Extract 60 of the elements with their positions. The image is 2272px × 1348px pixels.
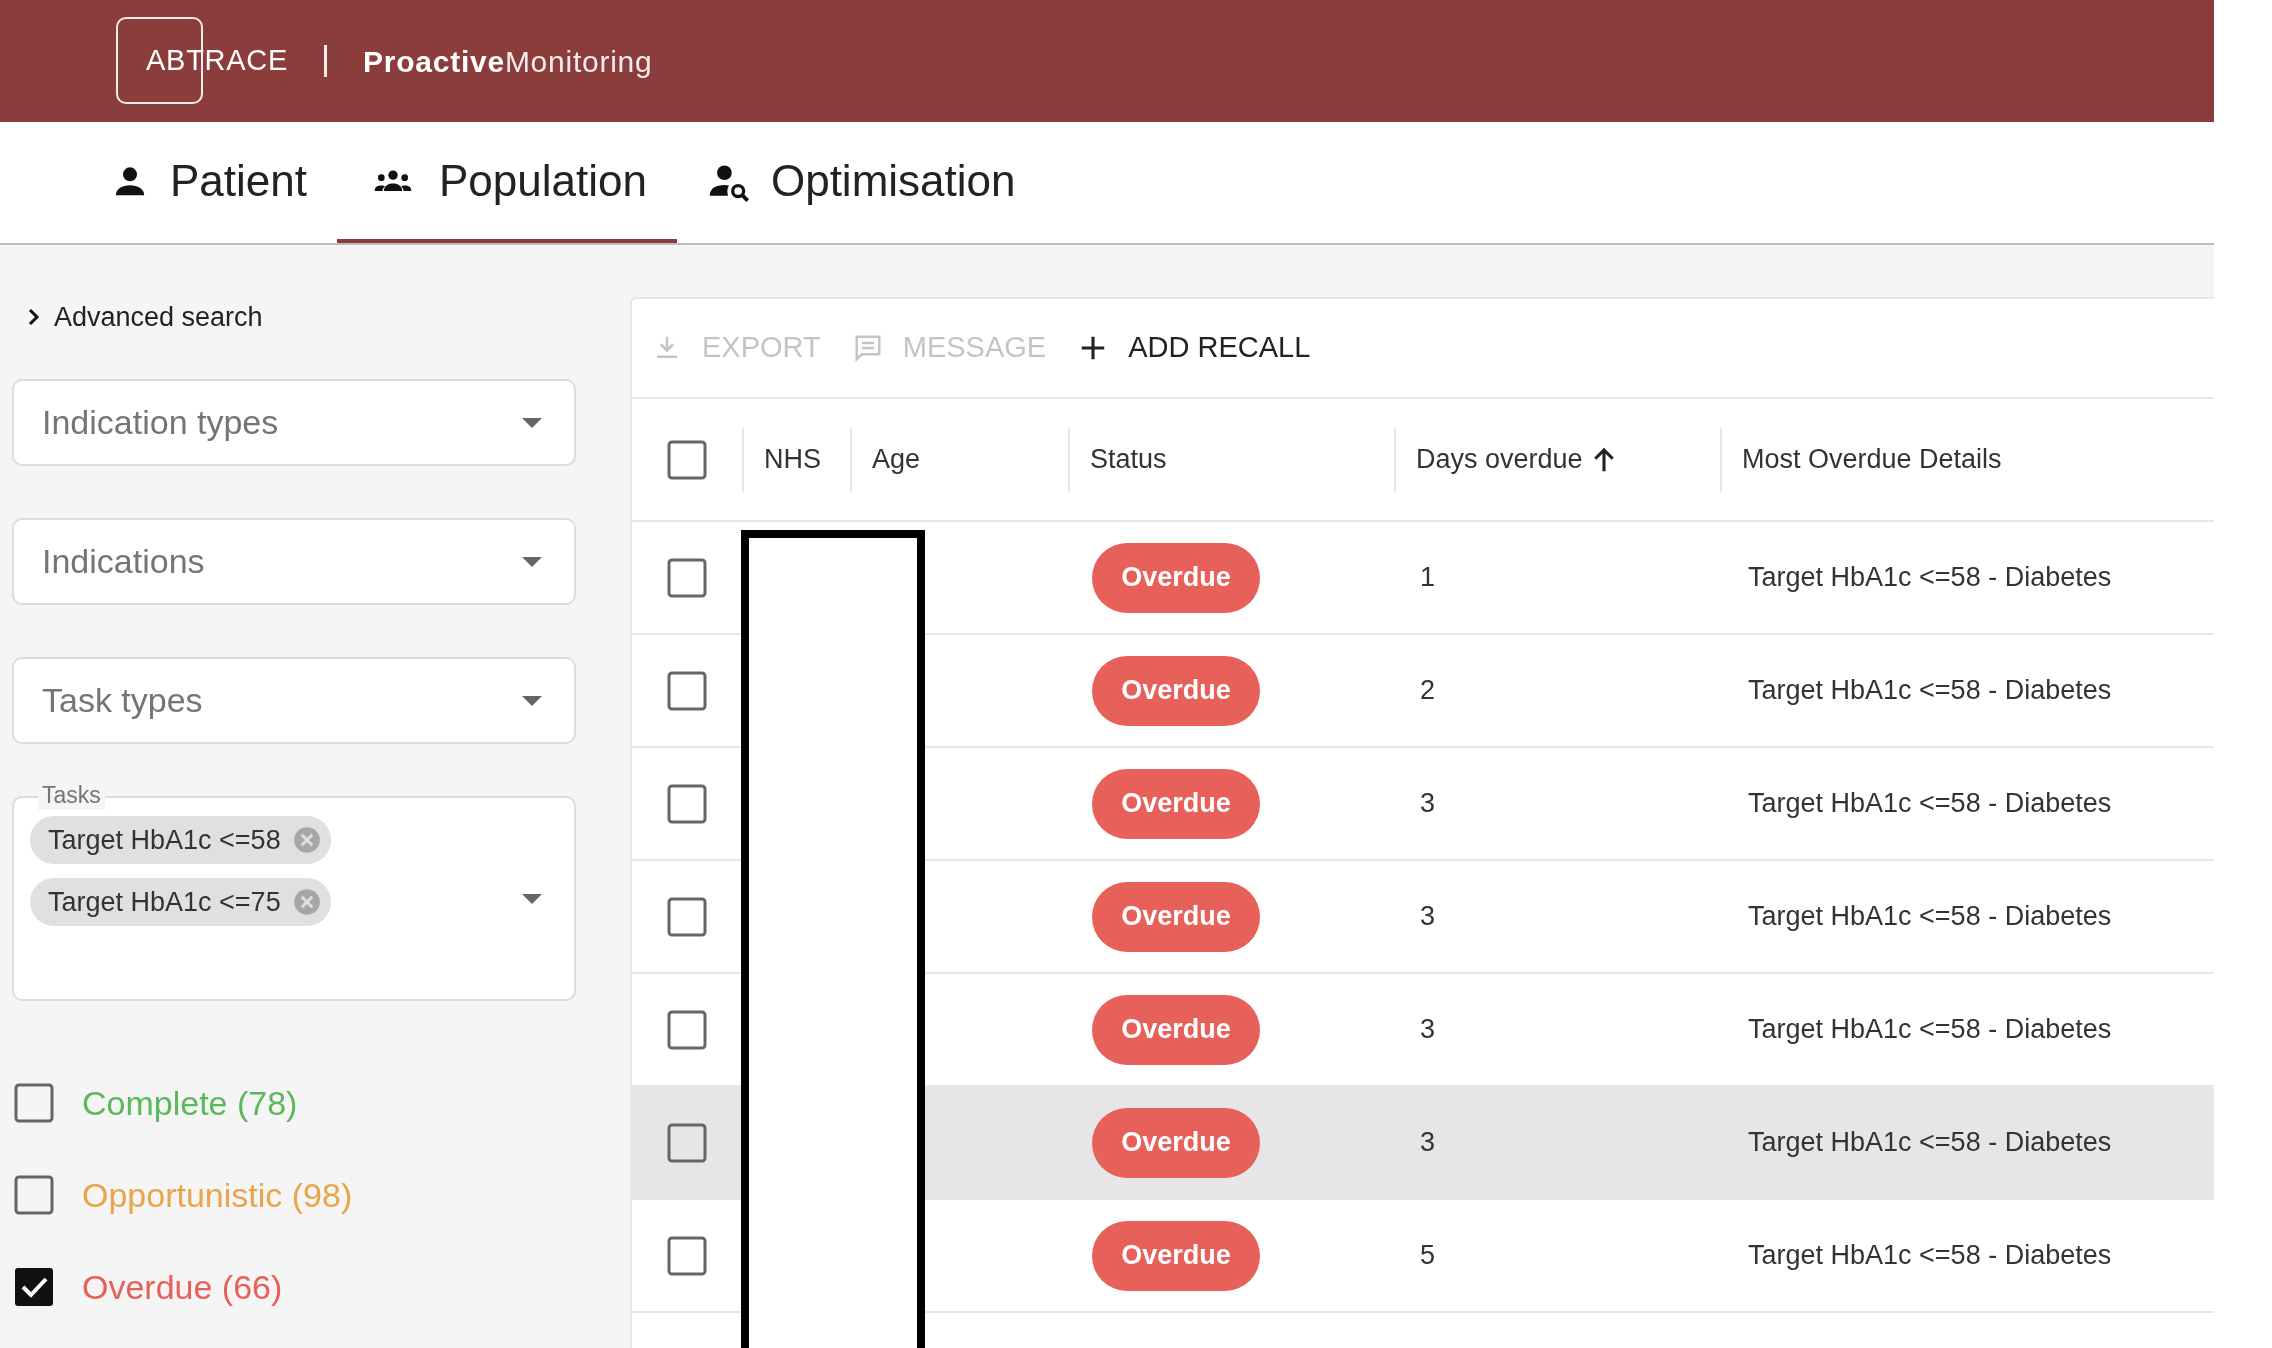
status-badge: Overdue	[1092, 1220, 1260, 1291]
table-cell: Target HbA1c <=58 - Diabetes	[1748, 675, 2112, 706]
status-badge: Overdue	[1092, 881, 1260, 952]
checkbox[interactable]	[667, 1235, 707, 1276]
status-badge: Overdue	[1092, 1107, 1260, 1178]
table-cell: Target HbA1c <=58 - Diabetes	[1748, 1240, 2112, 1271]
dropdown-field[interactable]: Indications	[12, 518, 576, 605]
status-badge: Overdue	[1092, 655, 1260, 726]
placeholder-text: Indications	[42, 541, 205, 582]
column-header[interactable]: Days overdue	[1416, 439, 1583, 480]
table-cell: Target HbA1c <=58 - Diabetes	[1748, 1014, 2112, 1045]
table-cell: 2	[1420, 675, 1436, 706]
placeholder-text: Task types	[42, 680, 203, 721]
table-cell: 3	[1420, 901, 1436, 932]
task-chip[interactable]: Target HbA1c <=75	[30, 878, 331, 926]
table-cell: 1	[1420, 562, 1436, 593]
column-header[interactable]: NHS	[764, 439, 821, 480]
toolbar-button[interactable]: ADD RECALL	[1078, 326, 1311, 370]
checkbox[interactable]	[14, 1083, 54, 1123]
chip-label: Target HbA1c <=58	[48, 823, 281, 857]
dropdown-field[interactable]: Indication types	[12, 379, 576, 466]
table-cell: 3	[1420, 788, 1436, 819]
filter-label: Complete (78)	[82, 1082, 298, 1124]
product-name: ProactiveMonitoring	[363, 43, 653, 80]
caret-down-icon	[522, 695, 542, 706]
status-badge: Overdue	[1092, 542, 1260, 613]
chevron-right-icon	[28, 308, 40, 326]
checkbox[interactable]	[667, 783, 707, 824]
checkbox[interactable]	[667, 896, 707, 937]
column-header[interactable]: Status	[1090, 439, 1167, 480]
checkbox[interactable]	[14, 1175, 54, 1215]
column-header[interactable]: Most Overdue Details	[1742, 439, 2002, 480]
caret-down-icon	[522, 417, 542, 428]
table-cell: 3	[1420, 1127, 1436, 1158]
checkbox[interactable]	[667, 1009, 707, 1050]
filter-label: Opportunistic (98)	[82, 1174, 353, 1216]
table-cell: 5	[1420, 1240, 1436, 1271]
checkbox[interactable]	[667, 670, 707, 711]
nav-tab[interactable]: Patient	[80, 122, 337, 243]
status-badge: Overdue	[1092, 768, 1260, 839]
chip-label: Target HbA1c <=75	[48, 885, 281, 919]
table-cell: Target HbA1c <=58 - Diabetes	[1748, 562, 2112, 593]
table-cell: Target HbA1c <=58 - Diabetes	[1748, 1127, 2112, 1158]
column-header[interactable]: Age	[872, 439, 921, 480]
select-all-checkbox[interactable]	[667, 439, 707, 480]
checkbox[interactable]	[667, 557, 707, 598]
advanced-search-toggle[interactable]: Advanced search	[0, 297, 263, 337]
dropdown-field[interactable]: Task types	[12, 657, 576, 744]
task-chip[interactable]: Target HbA1c <=58	[30, 816, 331, 864]
checkbox[interactable]	[14, 1267, 54, 1307]
table-cell: Target HbA1c <=58 - Diabetes	[1748, 901, 2112, 932]
status-badge: Overdue	[1092, 994, 1260, 1065]
table-cell: Target HbA1c <=58 - Diabetes	[1748, 788, 2112, 819]
caret-down-icon	[522, 556, 542, 567]
nav-tab[interactable]: Optimisation	[676, 122, 1046, 243]
table-cell: 3	[1420, 1014, 1436, 1045]
filter-label: Overdue (66)	[82, 1266, 283, 1308]
checkbox[interactable]	[667, 1122, 707, 1163]
caret-down-icon	[522, 893, 542, 904]
placeholder-text: Indication types	[42, 402, 279, 443]
